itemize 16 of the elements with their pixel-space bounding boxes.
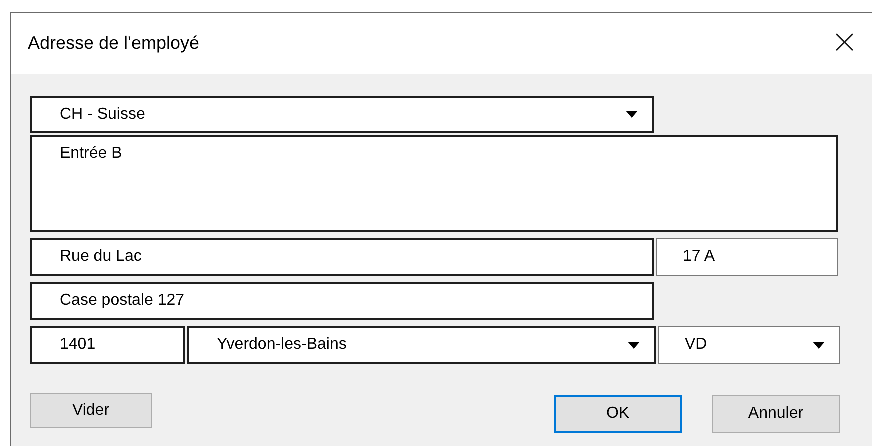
close-button[interactable]: × bbox=[830, 24, 869, 62]
caret-icon bbox=[628, 342, 640, 348]
window-title: Adresse de l'employé bbox=[27, 33, 200, 54]
input-field[interactable]: 17 A bbox=[656, 238, 838, 276]
dropdown-field[interactable]: CH - Suisse bbox=[30, 96, 654, 133]
text-area[interactable]: Entrée B bbox=[30, 135, 838, 232]
caret-icon bbox=[813, 342, 825, 348]
dropdown-field[interactable]: VD bbox=[658, 326, 840, 364]
dropdown-field[interactable]: Yverdon-les-Bains bbox=[187, 326, 656, 364]
clear-button[interactable]: Vider bbox=[30, 393, 152, 428]
caret-icon bbox=[626, 111, 638, 118]
input-field[interactable]: Rue du Lac bbox=[30, 238, 654, 276]
ok-button[interactable]: OK bbox=[554, 395, 682, 433]
cancel-button[interactable]: Annuler bbox=[712, 395, 840, 433]
input-field[interactable]: 1401 bbox=[30, 326, 185, 364]
input-field[interactable]: Case postale 127 bbox=[30, 282, 654, 320]
